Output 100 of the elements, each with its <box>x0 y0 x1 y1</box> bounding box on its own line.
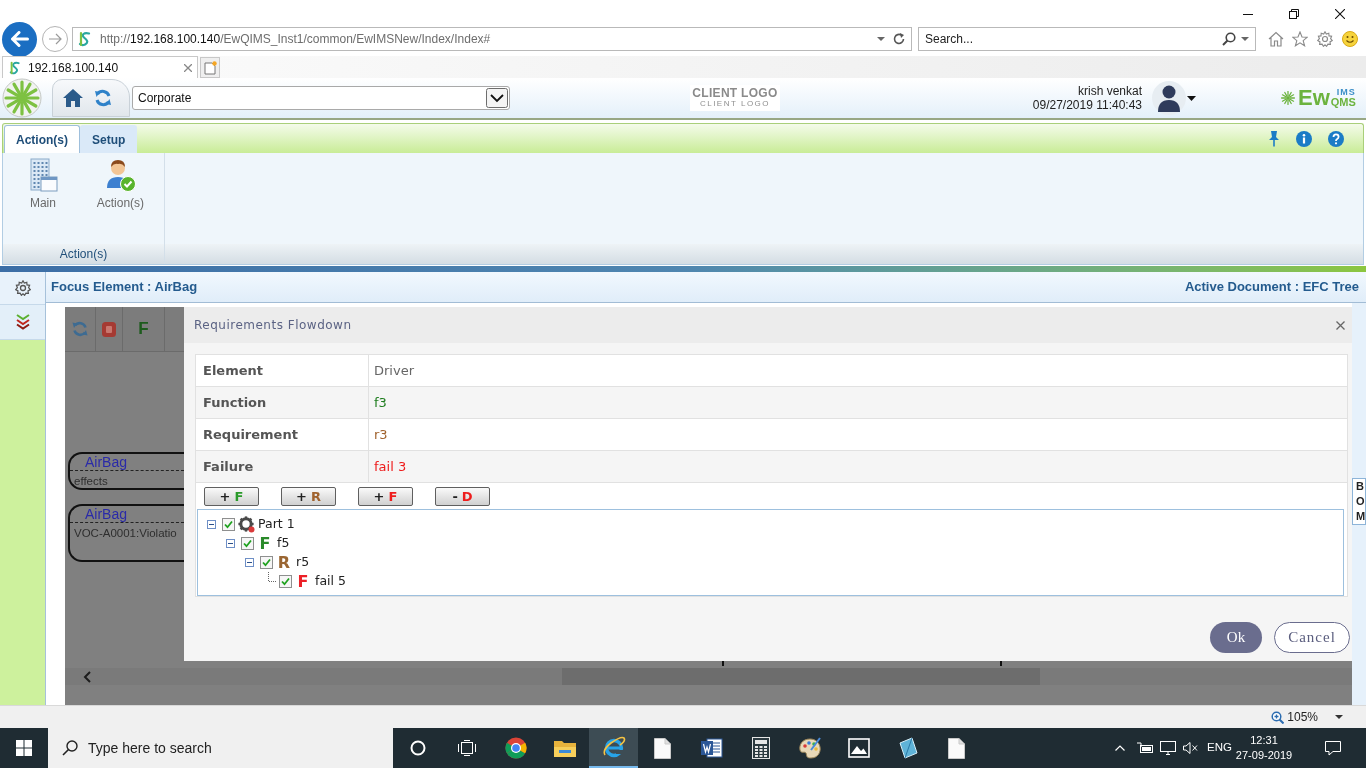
node-type-letter: F <box>259 535 271 552</box>
home-icon[interactable] <box>62 88 84 108</box>
node-type-letter: R <box>277 554 291 571</box>
caret-down-icon <box>1335 715 1343 719</box>
battery-icon[interactable] <box>1137 742 1154 754</box>
caret-down-icon[interactable] <box>1187 95 1196 101</box>
help-icon[interactable] <box>1328 130 1344 147</box>
sunburst-icon <box>1280 90 1296 106</box>
settings-icon[interactable] <box>14 280 31 296</box>
back-button[interactable] <box>2 21 37 57</box>
tree-node-label[interactable]: Part 1 <box>258 515 295 534</box>
ribbon-tab[interactable]: Setup <box>80 125 138 153</box>
brand-subscript: QMS <box>1330 97 1356 108</box>
user-name: krish venkat <box>1077 84 1142 98</box>
ribbon-tab[interactable]: Action(s) <box>4 125 80 153</box>
address-field[interactable]: http://192.168.100.140/EwQIMS_Inst1/common/EwIMSNew/Index/Index# <box>72 27 912 51</box>
info-icon[interactable] <box>1296 130 1312 147</box>
ribbon-button[interactable]: Main <box>9 158 77 220</box>
browser-tab[interactable]: 192.168.100.140 <box>2 56 198 78</box>
connector-stub <box>1000 661 1002 666</box>
tree-checkbox[interactable] <box>241 537 254 550</box>
tree-node-label[interactable]: r5 <box>296 553 310 572</box>
circle-icon[interactable] <box>409 740 426 756</box>
node-text: effects <box>73 474 109 488</box>
client-logo-subtitle: CLIENT LOGO <box>699 99 771 109</box>
company-select[interactable]: Corporate <box>132 86 510 110</box>
calculator-icon[interactable] <box>751 737 770 759</box>
collapse-toggle-icon[interactable] <box>245 558 254 567</box>
add-item-button[interactable]: - D <box>435 486 490 506</box>
windows-logo-icon[interactable] <box>16 740 32 756</box>
arrow-right-icon <box>48 33 62 45</box>
avatar-icon[interactable] <box>1152 81 1186 115</box>
clock-time[interactable]: 12:31 <box>1250 733 1278 748</box>
smiley-icon[interactable] <box>1342 31 1358 47</box>
browser-icon[interactable] <box>504 737 527 759</box>
restore-icon[interactable] <box>1289 9 1299 19</box>
node-text: VOC-A0001:Violatio <box>73 526 178 540</box>
zoom-level-button[interactable]: 105% <box>1271 708 1343 726</box>
tree-checkbox[interactable] <box>279 575 292 588</box>
document-icon[interactable] <box>654 737 671 759</box>
gear-icon <box>237 516 255 533</box>
url-text: http://192.168.100.140/EwQIMS_Inst1/common/EwIMSNew/Index/Index# <box>100 31 491 48</box>
field-label: Failure <box>196 451 369 482</box>
search-icon[interactable] <box>1222 32 1236 46</box>
focus-element-label: Focus Element : AirBag <box>51 278 198 297</box>
dialog-button[interactable]: Cancel <box>1274 622 1350 653</box>
sidebar-button[interactable] <box>0 272 45 305</box>
login-datetime: 09/27/2019 11:40:43 <box>1032 98 1142 112</box>
search-field[interactable]: Search... <box>918 27 1256 51</box>
connector-stub <box>722 661 724 666</box>
field-value: fail 3 <box>369 451 1347 482</box>
collapse-toggle-icon[interactable] <box>207 520 216 529</box>
sidebar-button[interactable] <box>0 305 45 340</box>
ribbon-group-label: Action(s) <box>3 244 165 264</box>
tree-node-label[interactable]: fail 5 <box>315 572 346 591</box>
collapse-toggle-icon[interactable] <box>226 539 235 548</box>
volume-muted-icon[interactable] <box>1183 742 1199 754</box>
tree-node-label[interactable]: f5 <box>277 534 290 553</box>
dialog-button[interactable]: Ok <box>1210 622 1262 653</box>
add-item-button[interactable]: + F <box>358 486 413 506</box>
user-check-icon[interactable] <box>104 158 137 192</box>
network-icon[interactable] <box>1160 741 1177 755</box>
pin-icon[interactable] <box>1268 130 1280 147</box>
taskbar-search-field[interactable]: Type here to search <box>48 728 393 768</box>
word-document-icon[interactable] <box>700 738 723 758</box>
refresh-icon[interactable] <box>893 33 905 45</box>
field-label: Function <box>196 387 369 418</box>
close-tab-icon[interactable] <box>184 63 192 72</box>
picture-icon[interactable] <box>847 738 870 758</box>
brand-superscript: IMS <box>1335 88 1356 97</box>
notification-icon[interactable] <box>1325 740 1341 756</box>
folder-icon[interactable] <box>552 738 577 758</box>
tree-checkbox[interactable] <box>260 556 273 569</box>
tree-checkbox[interactable] <box>222 518 235 531</box>
add-item-button[interactable]: + R <box>281 486 336 506</box>
node-title: AirBag <box>85 454 128 470</box>
close-icon[interactable] <box>1335 9 1345 19</box>
ribbon-button[interactable]: Action(s) <box>76 158 164 220</box>
home-icon[interactable] <box>1268 31 1284 47</box>
caret-up-icon[interactable] <box>1115 745 1126 751</box>
tilted-tile-icon[interactable] <box>896 737 919 759</box>
building-icon[interactable] <box>27 158 58 192</box>
dialog-title: Requirements Flowdown <box>194 317 352 334</box>
refresh-icon[interactable] <box>94 89 112 107</box>
language-indicator[interactable]: ENG <box>1207 739 1232 757</box>
star-icon[interactable] <box>1292 31 1308 47</box>
document-icon[interactable] <box>948 737 965 759</box>
add-item-button[interactable]: + F <box>204 486 259 506</box>
settings-icon[interactable] <box>1317 31 1333 47</box>
palette-icon[interactable] <box>797 737 822 759</box>
chevrons-down-icon[interactable] <box>14 314 31 330</box>
brand-name: Ew <box>1298 87 1330 109</box>
site-favicon-icon <box>9 60 23 75</box>
chevron-left-icon[interactable] <box>83 670 91 683</box>
clock-date[interactable]: 27-09-2019 <box>1235 748 1293 763</box>
browser-e-icon[interactable] <box>601 736 626 758</box>
client-logo-title: CLIENT LOGO <box>692 87 778 99</box>
task-view-icon[interactable] <box>457 740 476 756</box>
node-title: AirBag <box>85 506 128 522</box>
side-tab[interactable]: BOM <box>1352 478 1366 525</box>
